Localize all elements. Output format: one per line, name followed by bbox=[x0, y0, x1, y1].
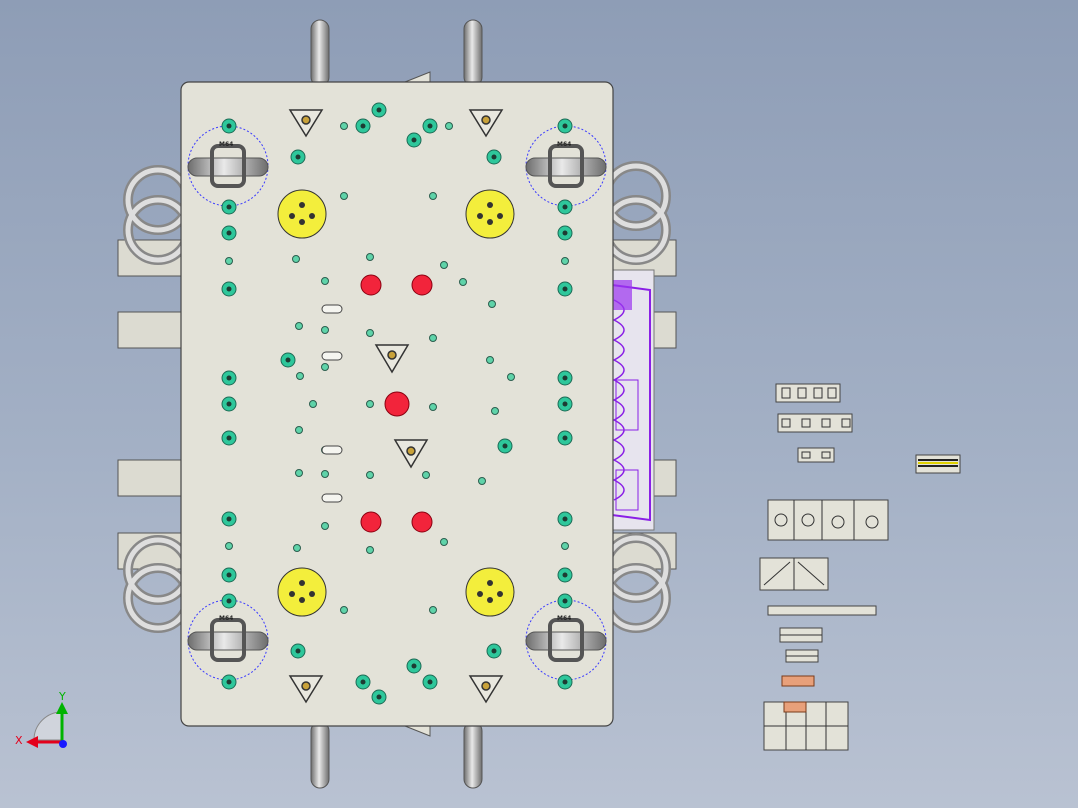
bolt-label-2: M64 bbox=[557, 141, 571, 148]
bolt-label-1: M64 bbox=[219, 141, 233, 148]
model-canvas[interactable]: M64 M64 M64 M64 Y X bbox=[0, 0, 1078, 808]
wedge-top bbox=[404, 71, 431, 83]
bolt-label-4: M64 bbox=[557, 615, 571, 622]
x-axis-label: X bbox=[15, 734, 23, 747]
cad-viewport[interactable]: M64 M64 M64 M64 Y X bbox=[0, 0, 1078, 808]
bolt-label-3: M64 bbox=[219, 615, 233, 622]
view-triad[interactable]: Y X bbox=[15, 690, 68, 748]
wedge-bottom bbox=[404, 725, 431, 737]
y-axis-label: Y bbox=[58, 690, 66, 703]
component-parts[interactable] bbox=[759, 383, 961, 751]
